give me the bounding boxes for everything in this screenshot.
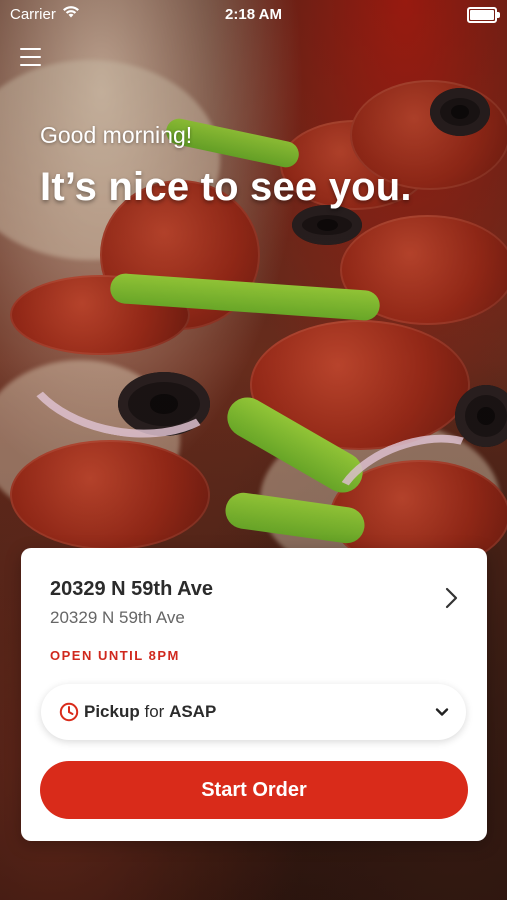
greeting-text: Good morning! — [40, 122, 193, 148]
location-name[interactable]: 20329 N 59th Ave — [50, 578, 213, 601]
battery-icon — [467, 7, 500, 23]
status-bar: Carrier 2:18 AM — [0, 0, 507, 30]
order-mode-connector: for — [144, 702, 165, 721]
store-hours-label: OPEN UNTIL 8PM — [50, 648, 180, 663]
clock-icon — [59, 702, 79, 722]
location-card: 20329 N 59th Ave 20329 N 59th Ave OPEN U… — [21, 548, 487, 841]
chevron-down-icon[interactable] — [434, 704, 450, 720]
chevron-right-icon[interactable] — [439, 586, 463, 610]
status-time: 2:18 AM — [225, 6, 282, 23]
order-mode-value: Pickup — [84, 702, 140, 721]
start-order-button[interactable]: Start Order — [40, 761, 468, 819]
welcome-headline: It’s nice to see you. — [40, 165, 412, 209]
location-address: 20329 N 59th Ave — [50, 608, 185, 627]
order-mode-selector[interactable]: Pickup for ASAP — [41, 684, 466, 740]
hamburger-menu-icon[interactable] — [20, 48, 42, 68]
order-time-value: ASAP — [169, 702, 217, 721]
order-mode-text: Pickup for ASAP — [84, 702, 216, 722]
